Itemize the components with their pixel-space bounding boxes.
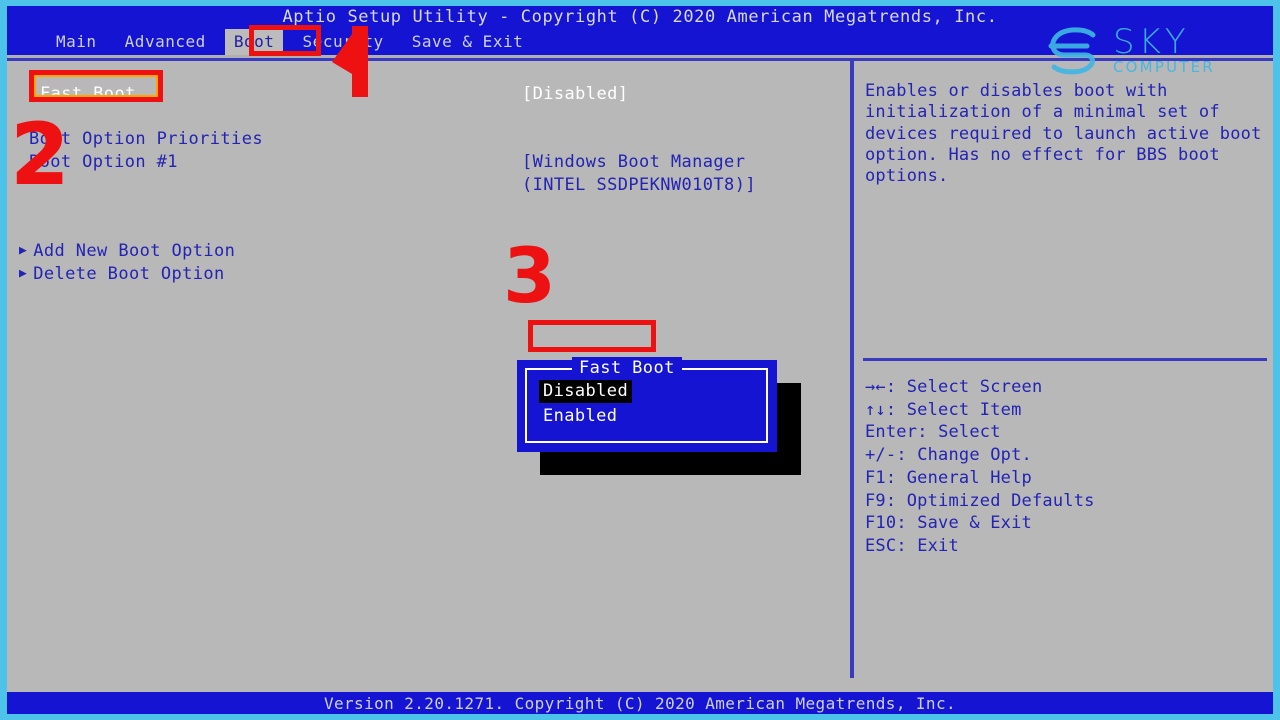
menu-items: Main Advanced Boot Security Save & Exit [47,29,532,55]
f10-key-label: F10 [865,513,897,534]
key-legend-item: +/-: Change Opt. [865,445,1032,466]
tab-boot[interactable]: Boot [224,29,284,55]
key-legend-item: F9: Optimized Defaults [865,490,1095,511]
f9-key-label: F9 [865,490,886,511]
bios-setup-screenshot: Aptio Setup Utility - Copyright (C) 2020… [0,0,1280,720]
setting-row-boot-option-1-value-cont: (INTEL SSDPEKNW010T8)] [522,175,756,195]
bios-screen: Aptio Setup Utility - Copyright (C) 2020… [7,6,1273,714]
key-legend-item: F10: Save & Exit [865,513,1032,534]
key-legend-item: Enter: Select [865,422,1001,443]
arrow-left-right-icon: →← [865,377,886,397]
setting-row-boot-option-1-label[interactable]: Boot Option #1 [29,151,178,174]
key-legend-item: ↑↓: Select Item [865,399,1022,420]
help-separator [863,358,1267,361]
popup-title: Fast Boot [572,357,682,379]
key-legend-item: ESC: Exit [865,535,959,556]
popup-option-enabled[interactable]: Enabled [539,405,621,428]
fast-boot-popup: Fast Boot Disabled Enabled [517,357,777,452]
plus-minus-key-label: +/- [865,445,897,466]
setting-row-boot-option-1-value[interactable]: [Windows Boot Manager [522,151,745,174]
triangle-right-icon: ▶ [19,243,28,258]
panel-divider [850,61,854,678]
help-description: Enables or disables boot with initializa… [865,81,1262,187]
esc-key-label: ESC [865,535,897,556]
setting-row-fast-boot-value[interactable]: [Disabled] [522,83,628,106]
key-legend-item: →←: Select Screen [865,377,1043,397]
tab-main[interactable]: Main [47,29,106,55]
tab-save-and-exit[interactable]: Save & Exit [403,29,532,55]
menu-bar: Main Advanced Boot Security Save & Exit [7,29,1273,55]
delete-boot-option-label: Delete Boot Option [33,264,225,284]
window-title: Aptio Setup Utility - Copyright (C) 2020… [7,6,1273,29]
version-footer: Version 2.20.1271. Copyright (C) 2020 Am… [7,692,1273,714]
setting-row-boot-option-priorities: Boot Option Priorities [29,129,263,149]
popup-option-disabled[interactable]: Disabled [539,380,633,403]
setting-row-add-new-boot-option[interactable]: ▶ Add New Boot Option [19,239,235,262]
setting-row-fast-boot-label[interactable]: Fast Boot [40,83,136,106]
f1-key-label: F1 [865,467,886,488]
add-new-boot-option-label: Add New Boot Option [33,241,236,261]
enter-key-label: Enter [865,422,918,443]
annotation-pointer-1 [332,26,368,97]
arrow-up-down-icon: ↑↓ [865,399,886,420]
setting-row-delete-boot-option[interactable]: ▶ Delete Boot Option [19,262,225,285]
triangle-right-icon: ▶ [19,266,28,281]
key-legend-item: F1: General Help [865,467,1032,488]
key-legend: →←: Select Screen ↑↓: Select Item Enter:… [865,376,1095,558]
tab-advanced[interactable]: Advanced [116,29,215,55]
